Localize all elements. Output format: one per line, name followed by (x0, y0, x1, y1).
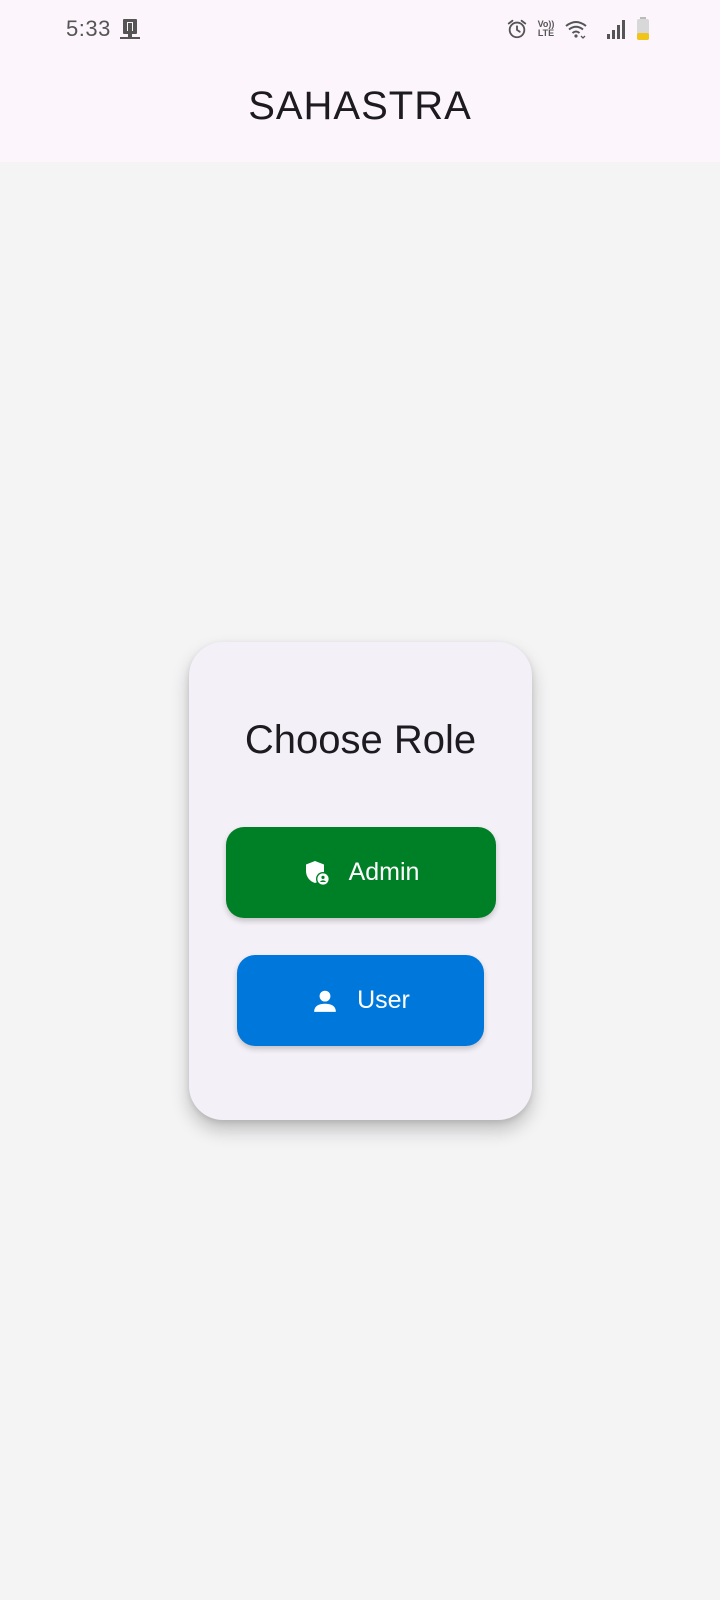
app-title: SAHASTRA (248, 83, 472, 128)
choose-role-title: Choose Role (244, 718, 477, 762)
status-bar: 5:33 Vo)) LTE (0, 0, 720, 58)
alarm-icon (506, 18, 528, 40)
user-button-label: User (357, 986, 410, 1014)
status-time: 5:33 (66, 16, 111, 41)
admin-button[interactable]: Admin (226, 827, 496, 918)
notification-app-icon (118, 17, 142, 41)
battery-icon (636, 17, 650, 41)
role-card: Choose Role Admin User (189, 642, 532, 1120)
wifi-icon (564, 18, 588, 40)
volte-icon: Vo)) LTE (536, 20, 556, 38)
status-icons: Vo)) LTE (506, 14, 650, 44)
screen: 5:33 Vo)) LTE SAHASTRA Choose Role Admin… (0, 0, 720, 1600)
signal-icon (606, 18, 628, 40)
person-icon (311, 987, 339, 1015)
admin-shield-icon (303, 859, 331, 887)
admin-button-label: Admin (348, 858, 420, 886)
app-bar: SAHASTRA (0, 58, 720, 162)
volte-bottom-label: LTE (537, 28, 555, 38)
user-button[interactable]: User (237, 955, 484, 1046)
